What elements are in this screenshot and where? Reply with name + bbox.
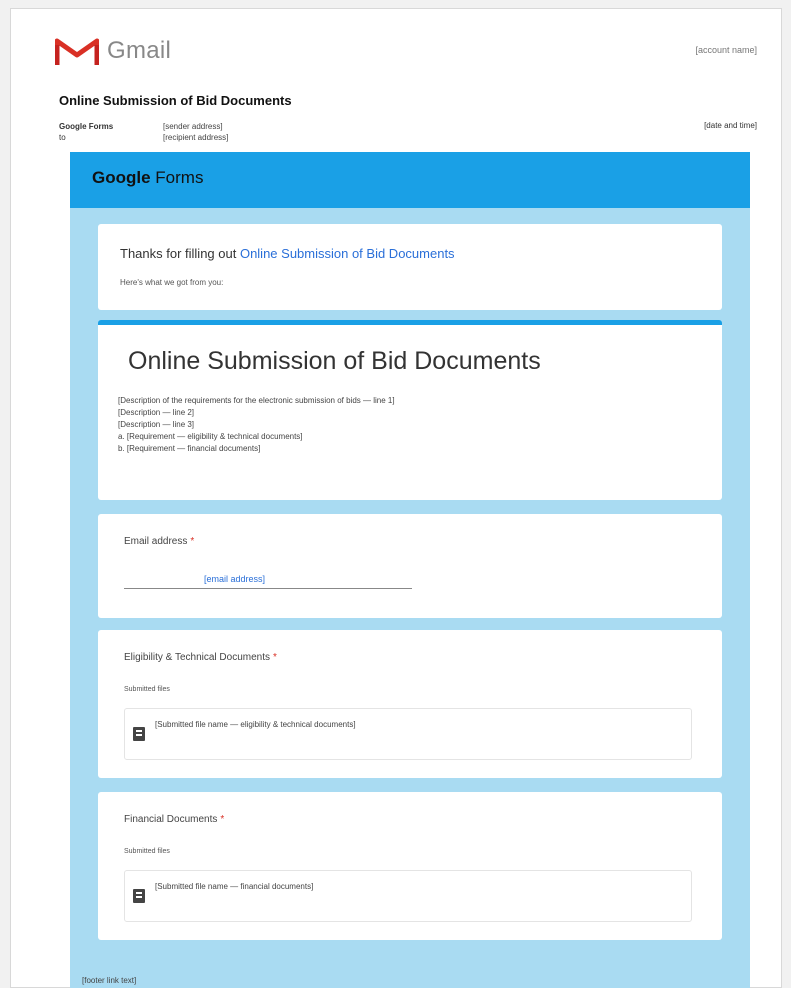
account-name: [account name]: [695, 45, 757, 55]
answer-underline: [124, 588, 412, 589]
thanks-prefix: Thanks for filling out: [120, 246, 240, 261]
form-title-card: Online Submission of Bid Documents [Desc…: [98, 320, 722, 500]
form-link[interactable]: Online Submission of Bid Documents: [240, 246, 455, 261]
description-line: [Description — line 3]: [118, 420, 195, 429]
required-mark: *: [220, 814, 225, 825]
question-label: Financial Documents *: [124, 814, 224, 825]
required-mark: *: [273, 652, 277, 663]
question-label: Email address *: [124, 536, 194, 547]
email-answer[interactable]: [email address]: [204, 574, 265, 584]
forms-brand: Google Forms: [92, 168, 203, 188]
forms-header: Google Forms: [70, 152, 750, 208]
email-from: Google Forms to: [59, 121, 113, 143]
email-date: [date and time]: [704, 121, 757, 130]
from-address-line-1: [sender address]: [163, 122, 223, 131]
thanks-card: Thanks for filling out Online Submission…: [98, 224, 722, 310]
forms-brand-bold: Google: [92, 168, 151, 187]
question-label-text: Email address: [124, 536, 188, 547]
file-icon: [133, 727, 145, 741]
description-line: a. [Requirement — eligibility & technica…: [118, 432, 303, 441]
forms-email-body: Google Forms Thanks for filling out Onli…: [70, 152, 750, 988]
from-address-line-2: [recipient address]: [163, 133, 229, 142]
gmail-wordmark: Gmail: [107, 37, 172, 64]
question-card-financial: Financial Documents * Submitted files [Su…: [98, 792, 722, 940]
question-label-text: Financial Documents: [124, 814, 218, 825]
file-name: [Submitted file name — eligibility & tec…: [155, 720, 356, 729]
description-line: [Description of the requirements for the…: [118, 396, 395, 405]
email-subject: Online Submission of Bid Documents: [59, 93, 292, 108]
thanks-subtitle: Here's what we got from you:: [120, 278, 224, 287]
file-icon: [133, 889, 145, 903]
description-line: [Description — line 2]: [118, 408, 195, 417]
form-description: [Description of the requirements for the…: [118, 395, 698, 455]
forms-footer-link[interactable]: [footer link text]: [82, 976, 136, 985]
from-address: [sender address] [recipient address]: [163, 121, 393, 143]
from-name: Google Forms: [59, 122, 114, 131]
question-label: Eligibility & Technical Documents *: [124, 652, 277, 663]
question-card-eligibility: Eligibility & Technical Documents * Submi…: [98, 630, 722, 778]
question-label-text: Eligibility & Technical Documents: [124, 652, 270, 663]
question-card-email: Email address * [email address]: [98, 514, 722, 618]
from-to-label: to: [59, 133, 66, 142]
forms-brand-rest: Forms: [150, 168, 204, 187]
description-line: b. [Requirement — financial documents]: [118, 444, 261, 453]
submitted-file-chip[interactable]: [Submitted file name — financial documen…: [124, 870, 692, 922]
required-mark: *: [190, 536, 195, 547]
submitted-files-label: Submitted files: [124, 848, 170, 855]
gmail-logo-icon: [55, 38, 99, 65]
submitted-files-label: Submitted files: [124, 686, 170, 693]
gmail-header: Gmail [account name]: [55, 33, 775, 73]
thanks-line: Thanks for filling out Online Submission…: [120, 246, 455, 261]
submitted-file-chip[interactable]: [Submitted file name — eligibility & tec…: [124, 708, 692, 760]
file-name: [Submitted file name — financial documen…: [155, 882, 314, 891]
form-title: Online Submission of Bid Documents: [128, 347, 541, 375]
